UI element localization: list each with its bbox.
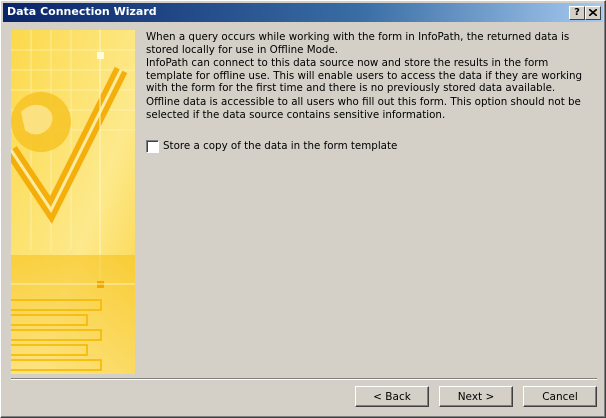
description-paragraph: Offline data is accessible to all users … bbox=[146, 95, 581, 121]
store-copy-label[interactable]: Store a copy of the data in the form tem… bbox=[163, 140, 397, 153]
data-connection-wizard-dialog: Data Connection Wizard ? When a query oc… bbox=[0, 0, 606, 418]
cancel-button[interactable]: Cancel bbox=[523, 386, 597, 407]
window-title: Data Connection Wizard bbox=[7, 5, 157, 18]
close-button[interactable] bbox=[585, 6, 601, 20]
footer-divider bbox=[11, 378, 597, 380]
back-button[interactable]: < Back bbox=[355, 386, 429, 407]
next-button[interactable]: Next > bbox=[439, 386, 513, 407]
description-text: When a query occurs while working with t… bbox=[146, 31, 598, 122]
store-copy-checkbox[interactable] bbox=[146, 140, 159, 153]
close-icon bbox=[589, 9, 597, 16]
help-icon: ? bbox=[574, 7, 580, 18]
wizard-banner-image bbox=[11, 30, 135, 374]
description-paragraph: InfoPath can connect to this data source… bbox=[146, 57, 583, 95]
description-paragraph: When a query occurs while working with t… bbox=[146, 31, 570, 56]
title-bar[interactable]: Data Connection Wizard ? bbox=[3, 3, 603, 22]
help-button[interactable]: ? bbox=[569, 6, 585, 20]
